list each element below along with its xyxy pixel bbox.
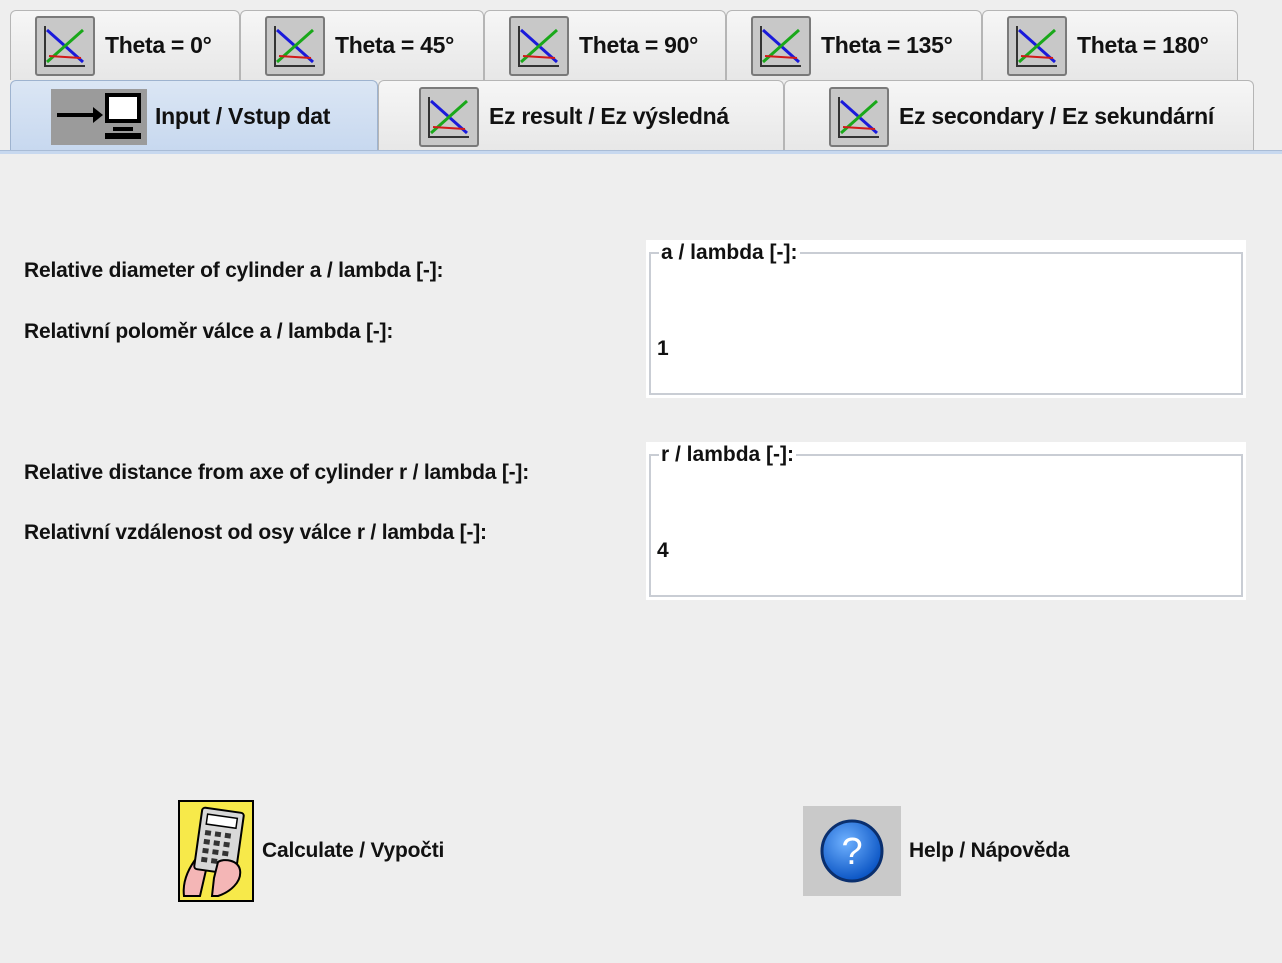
help-button[interactable]: ? Help / Nápověda bbox=[803, 806, 1070, 896]
calculate-label: Calculate / Vypočti bbox=[262, 839, 445, 862]
help-label: Help / Nápověda bbox=[909, 839, 1070, 862]
tab-theta-0[interactable]: Theta = 0° bbox=[10, 10, 240, 80]
input-monitor-icon bbox=[51, 88, 147, 145]
graph-icon bbox=[509, 15, 569, 76]
tab-theta-135[interactable]: Theta = 135° bbox=[726, 10, 982, 80]
tab-label: Input / Vstup dat bbox=[155, 103, 331, 129]
tab-ez-result[interactable]: Ez result / Ez výsledná bbox=[378, 80, 784, 152]
graph-icon bbox=[1007, 15, 1067, 76]
distance-group-title: r / lambda [-]: bbox=[661, 443, 795, 466]
tab-theta-180[interactable]: Theta = 180° bbox=[982, 10, 1238, 80]
calculate-button[interactable]: Calculate / Vypočti bbox=[178, 800, 444, 902]
distance-label-cz: Relativní vzdálenost od osy válce r / la… bbox=[24, 521, 487, 544]
distance-label-en: Relative distance from axe of cylinder r… bbox=[24, 461, 530, 484]
diameter-field-group: a / lambda [-]: bbox=[646, 240, 1246, 398]
tab-theta-45[interactable]: Theta = 45° bbox=[240, 10, 484, 80]
tab-theta-90[interactable]: Theta = 90° bbox=[484, 10, 726, 80]
diameter-fieldset: a / lambda [-]: bbox=[649, 241, 1243, 395]
distance-input[interactable] bbox=[657, 539, 1057, 563]
distance-field-group: r / lambda [-]: bbox=[646, 442, 1246, 600]
calculator-icon bbox=[178, 800, 254, 902]
diameter-group-title: a / lambda [-]: bbox=[661, 241, 798, 264]
help-icon: ? bbox=[803, 806, 901, 896]
tab-label: Theta = 180° bbox=[1077, 32, 1209, 58]
tab-label: Theta = 0° bbox=[105, 32, 212, 58]
graph-icon bbox=[35, 15, 95, 76]
tab-label: Theta = 45° bbox=[335, 32, 455, 58]
diameter-input[interactable] bbox=[657, 337, 1057, 361]
tab-label: Theta = 135° bbox=[821, 32, 953, 58]
diameter-label-en: Relative diameter of cylinder a / lambda… bbox=[24, 259, 444, 282]
tab-label: Theta = 90° bbox=[579, 32, 699, 58]
graph-icon bbox=[265, 15, 325, 76]
distance-fieldset: r / lambda [-]: bbox=[649, 443, 1243, 597]
tab-content-border bbox=[0, 150, 1282, 154]
tab-label: Ez result / Ez výsledná bbox=[489, 103, 729, 129]
graph-icon bbox=[829, 86, 889, 147]
graph-icon bbox=[751, 15, 811, 76]
graph-icon bbox=[419, 86, 479, 147]
diameter-label-cz: Relativní poloměr válce a / lambda [-]: bbox=[24, 320, 394, 343]
tab-label: Ez secondary / Ez sekundární bbox=[899, 103, 1214, 129]
svg-text:?: ? bbox=[842, 831, 863, 873]
tab-ez-secondary[interactable]: Ez secondary / Ez sekundární bbox=[784, 80, 1254, 152]
tab-input[interactable]: Input / Vstup dat bbox=[10, 80, 378, 152]
